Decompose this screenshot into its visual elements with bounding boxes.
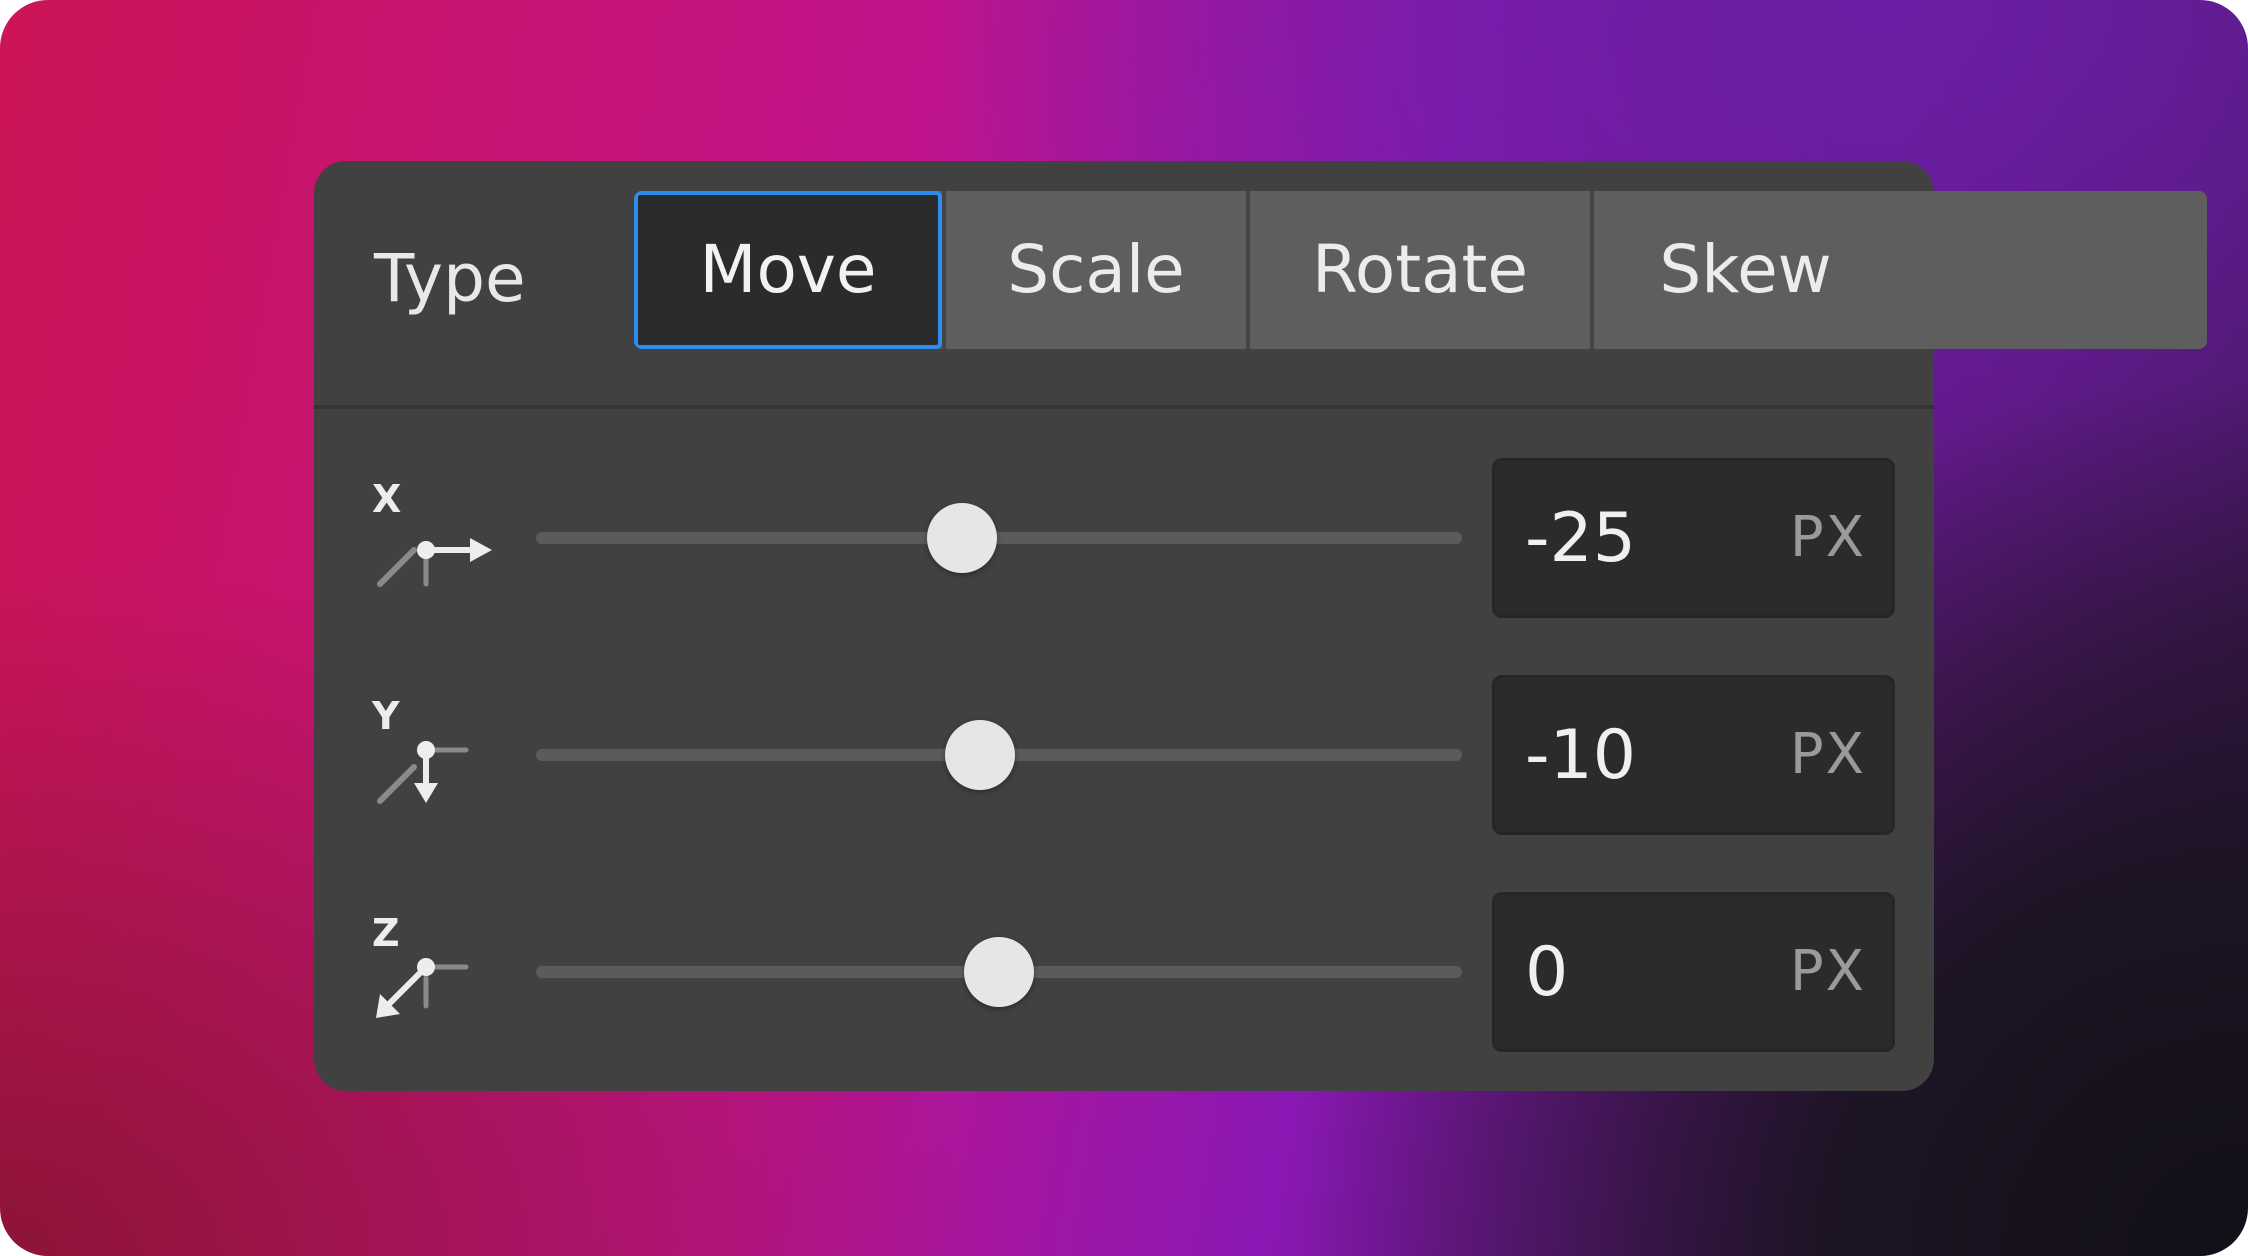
- y-unit-label: PX: [1789, 722, 1866, 787]
- x-slider-track[interactable]: [536, 532, 1462, 544]
- svg-text:Z: Z: [372, 911, 400, 955]
- axis-row-y: Y PX: [314, 675, 1934, 835]
- transform-panel: Type Move Scale Rotate Skew X PX: [314, 161, 2207, 1091]
- svg-text:X: X: [372, 477, 401, 521]
- z-slider-thumb[interactable]: [964, 937, 1034, 1007]
- move-y-axis-icon: Y: [371, 694, 469, 804]
- type-option-rotate[interactable]: Rotate: [1250, 191, 1590, 349]
- z-value-input[interactable]: [1525, 895, 1755, 1049]
- y-value-field: PX: [1492, 675, 1895, 835]
- move-x-axis-icon: X: [372, 477, 492, 587]
- type-option-move[interactable]: Move: [634, 191, 942, 349]
- type-segmented-control: Move Scale Rotate Skew: [634, 191, 2207, 349]
- x-value-input[interactable]: [1525, 461, 1755, 615]
- y-value-input[interactable]: [1525, 678, 1755, 832]
- type-option-skew[interactable]: Skew: [1594, 191, 1897, 349]
- type-row: Type Move Scale Rotate Skew: [314, 161, 2207, 406]
- y-slider-thumb[interactable]: [945, 720, 1016, 790]
- z-value-field: PX: [1492, 892, 1895, 1052]
- svg-text:Y: Y: [371, 694, 400, 738]
- move-z-axis-icon: Z: [372, 911, 469, 1018]
- axis-row-x: X PX: [314, 458, 1934, 618]
- x-value-field: PX: [1492, 458, 1895, 618]
- type-label: Type: [374, 240, 526, 317]
- z-unit-label: PX: [1789, 939, 1866, 1004]
- x-slider-thumb[interactable]: [926, 503, 997, 573]
- x-unit-label: PX: [1789, 505, 1866, 570]
- section-divider: [314, 405, 1934, 409]
- type-option-scale[interactable]: Scale: [946, 191, 1246, 349]
- axis-row-z: Z PX: [314, 892, 1934, 1052]
